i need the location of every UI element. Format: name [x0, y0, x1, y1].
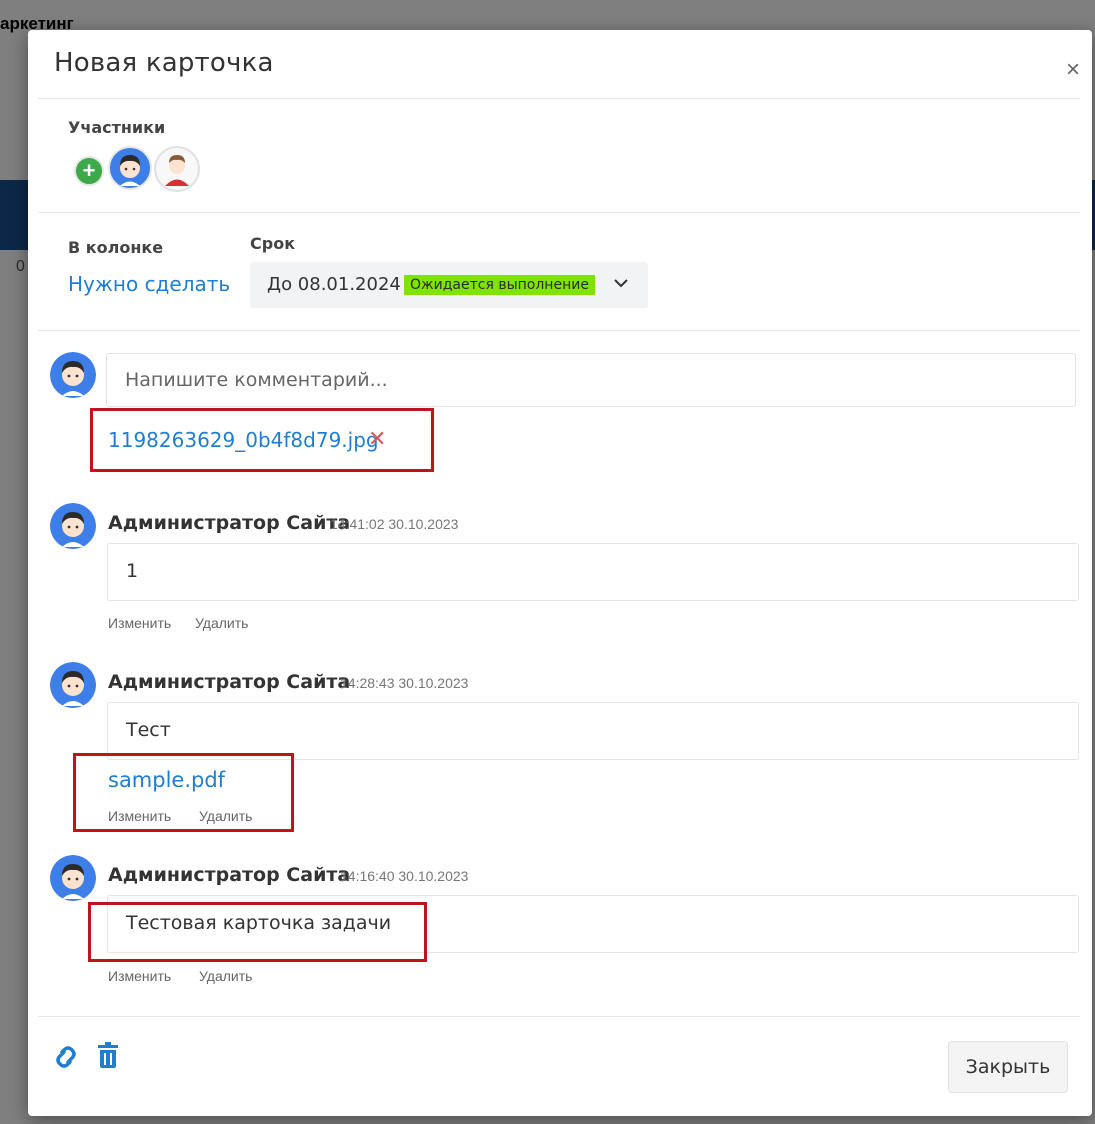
comment-text: 1 — [126, 560, 139, 582]
comment-author: Администратор Сайта — [108, 864, 351, 886]
link-icon[interactable] — [52, 1044, 80, 1070]
deadline-date: До 08.01.2024 — [267, 274, 401, 295]
comment-body: 1 — [107, 543, 1079, 601]
divider — [38, 98, 1080, 99]
column-label: В колонке — [68, 238, 164, 257]
highlight-box — [88, 902, 427, 962]
column-value-link[interactable]: Нужно сделать — [68, 272, 230, 296]
close-icon[interactable]: × — [1066, 58, 1080, 82]
modal-title: Новая карточка — [54, 48, 274, 78]
chevron-down-icon — [614, 279, 628, 288]
comment-timestamp: 14:16:40 30.10.2023 — [340, 868, 469, 884]
trash-icon[interactable] — [98, 1042, 118, 1068]
deadline-dropdown[interactable]: До 08.01.2024 Ожидается выполнение — [250, 262, 648, 308]
comment-timestamp: 14:28:43 30.10.2023 — [340, 675, 469, 691]
comment-author-avatar — [50, 855, 96, 901]
comment-text: Тест — [126, 719, 171, 741]
divider — [38, 1016, 1080, 1017]
comment-author: Администратор Сайта — [108, 512, 351, 534]
deadline-label: Срок — [250, 234, 296, 253]
comment-input[interactable] — [106, 353, 1076, 407]
participant-avatar-admin[interactable] — [108, 146, 152, 190]
participants-label: Участники — [68, 118, 166, 137]
highlight-box — [90, 408, 434, 472]
status-badge: Ожидается выполнение — [404, 275, 595, 295]
divider — [38, 212, 1080, 213]
delete-comment-link[interactable]: Удалить — [195, 615, 248, 631]
edit-comment-link[interactable]: Изменить — [108, 615, 171, 631]
card-modal: Новая карточка × Участники + В колонке Н… — [28, 30, 1092, 1116]
comment-body: Тест — [107, 702, 1079, 760]
plus-icon: + — [82, 158, 96, 183]
comment-timestamp: 14:41:02 30.10.2023 — [330, 516, 459, 532]
participant-avatar-user[interactable] — [154, 146, 200, 192]
divider — [38, 330, 1080, 331]
close-button[interactable]: Закрыть — [948, 1041, 1068, 1093]
comment-author: Администратор Сайта — [108, 671, 351, 693]
edit-comment-link[interactable]: Изменить — [108, 968, 171, 984]
highlight-box — [73, 753, 294, 832]
add-participant-button[interactable]: + — [74, 156, 104, 186]
comment-author-avatar — [50, 503, 96, 549]
comment-author-avatar — [50, 662, 96, 708]
current-user-avatar — [50, 352, 96, 398]
delete-comment-link[interactable]: Удалить — [199, 968, 252, 984]
